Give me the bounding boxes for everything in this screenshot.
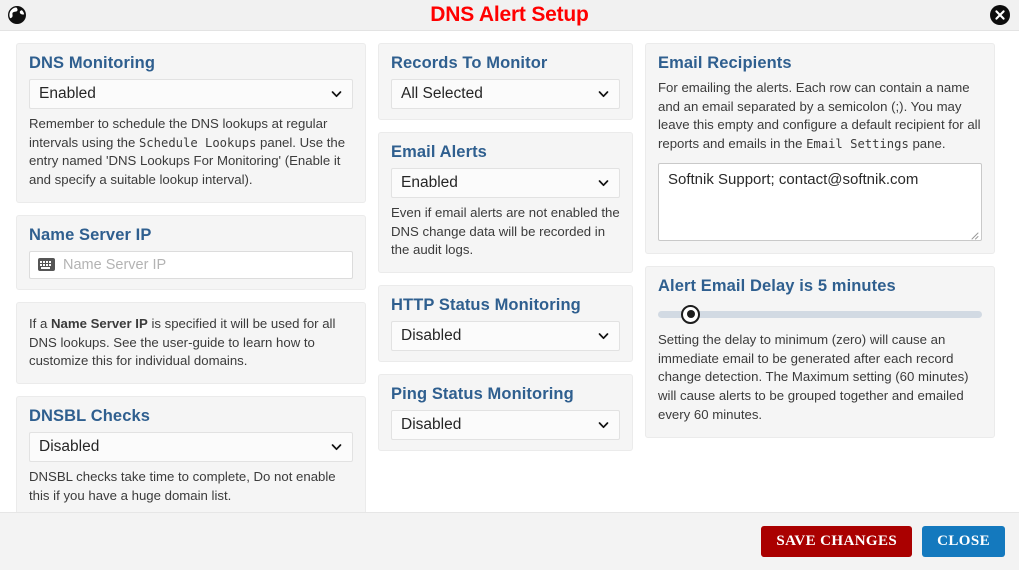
er-desc-part-2: pane. (908, 136, 946, 152)
page-title: DNS Alert Setup (430, 3, 589, 26)
panel-name-server-ip-note: If a Name Server IP is specified it will… (16, 301, 366, 385)
email-recipients-value: Softnik Support; contact@softnik.com (668, 170, 919, 188)
panel-title-alert-email-delay: Alert Email Delay is 5 minutes (658, 276, 896, 295)
dns-monitoring-select-value: Enabled (39, 85, 96, 102)
panel-name-server-ip: Name Server IP Name Server IP (16, 214, 366, 290)
http-status-monitoring-select[interactable]: Disabled (391, 321, 620, 352)
title-bar: DNS Alert Setup (0, 0, 1019, 31)
note-part-1: If a (29, 315, 51, 331)
right-column: Email Recipients For emailing the alerts… (645, 43, 995, 450)
panel-records-to-monitor: Records To Monitor All Selected (378, 43, 633, 120)
email-recipients-textarea[interactable]: Softnik Support; contact@softnik.com (658, 162, 982, 241)
dnsbl-checks-description: DNSBL checks take time to complete, Do n… (29, 469, 336, 503)
slider-thumb[interactable] (681, 304, 701, 324)
dns-monitoring-select[interactable]: Enabled (29, 79, 353, 109)
alert-email-delay-slider[interactable] (658, 303, 982, 325)
panel-title-dnsbl-checks: DNSBL Checks (29, 407, 151, 426)
panel-title-email-recipients: Email Recipients (658, 54, 792, 72)
alert-email-delay-description: Setting the delay to minimum (zero) will… (658, 331, 969, 422)
chevron-down-icon (330, 88, 343, 101)
desc-mono-schedule-lookups: Schedule Lookups (138, 135, 257, 150)
dnsbl-checks-select-value: Disabled (39, 438, 100, 456)
dns-monitoring-description: Remember to schedule the DNS lookups at … (29, 115, 353, 190)
panel-email-recipients: Email Recipients For emailing the alerts… (645, 43, 995, 254)
panel-dns-monitoring: DNS Monitoring Enabled Remember to sched… (16, 43, 366, 203)
keyboard-icon (38, 258, 55, 272)
chevron-down-icon (597, 88, 610, 101)
dnsbl-checks-select[interactable]: Disabled (29, 432, 353, 463)
panel-title-http-status-monitoring: HTTP Status Monitoring (391, 296, 581, 315)
email-alerts-select[interactable]: Enabled (391, 168, 620, 198)
panel-title-dns-monitoring: DNS Monitoring (29, 54, 156, 72)
middle-column: Records To Monitor All Selected Email Al… (378, 43, 633, 463)
panel-title-email-alerts: Email Alerts (391, 143, 487, 161)
left-column: DNS Monitoring Enabled Remember to sched… (16, 43, 366, 531)
dialog-footer: SAVE CHANGES CLOSE (0, 512, 1019, 570)
dialog-body: DNS Monitoring Enabled Remember to sched… (0, 31, 1019, 519)
chevron-down-icon (330, 441, 343, 454)
resize-handle[interactable] (968, 227, 979, 240)
panel-dnsbl-checks: DNSBL Checks Disabled DNSBL checks take … (16, 396, 366, 519)
close-icon[interactable] (989, 4, 1011, 26)
note-bold: Name Server IP (51, 315, 148, 331)
panel-title-ping-status-monitoring: Ping Status Monitoring (391, 385, 574, 404)
email-recipients-description: For emailing the alerts. Each row can co… (658, 79, 982, 154)
ping-status-monitoring-select-value: Disabled (401, 416, 462, 434)
email-alerts-select-value: Enabled (401, 174, 458, 191)
save-changes-button[interactable]: SAVE CHANGES (761, 526, 913, 557)
desc-mono-email-settings: Email Settings (806, 137, 909, 152)
ping-status-monitoring-select[interactable]: Disabled (391, 410, 620, 441)
globe-icon (2, 5, 32, 25)
name-server-ip-placeholder: Name Server IP (63, 256, 167, 273)
name-server-ip-note-text: If a Name Server IP is specified it will… (29, 315, 353, 371)
panel-title-records-to-monitor: Records To Monitor (391, 54, 548, 72)
records-to-monitor-select[interactable]: All Selected (391, 79, 620, 109)
http-status-monitoring-select-value: Disabled (401, 327, 462, 345)
panel-alert-email-delay: Alert Email Delay is 5 minutes Setting t… (645, 265, 995, 438)
chevron-down-icon (597, 330, 610, 343)
chevron-down-icon (597, 419, 610, 432)
email-alerts-description: Even if email alerts are not enabled the… (391, 205, 620, 258)
chevron-down-icon (597, 177, 610, 190)
panel-title-name-server-ip: Name Server IP (29, 225, 152, 244)
slider-track (658, 310, 982, 318)
close-button[interactable]: CLOSE (922, 526, 1005, 557)
name-server-ip-input[interactable]: Name Server IP (29, 250, 353, 279)
panel-http-status-monitoring: HTTP Status Monitoring Disabled (378, 285, 633, 363)
records-to-monitor-select-value: All Selected (401, 85, 483, 102)
panel-email-alerts: Email Alerts Enabled Even if email alert… (378, 132, 633, 274)
panel-ping-status-monitoring: Ping Status Monitoring Disabled (378, 374, 633, 452)
